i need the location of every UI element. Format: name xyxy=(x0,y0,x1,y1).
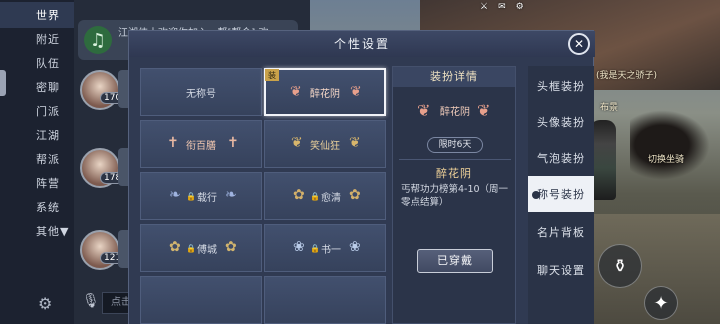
active-tab-indicator xyxy=(532,191,540,199)
close-button[interactable]: ✕ xyxy=(568,33,590,55)
skill-run-button[interactable]: ✦ xyxy=(644,286,678,320)
detail-description: 丐帮功力榜第4-10（周一零点结算） xyxy=(401,184,509,208)
title-cell[interactable]: 无称号 xyxy=(140,68,262,116)
lock-icon: 🔒 xyxy=(186,243,196,253)
title-label-locked: 🔒 愈清 xyxy=(310,191,341,204)
lock-icon: 🔒 xyxy=(310,191,320,201)
channel-private[interactable]: 密聊 xyxy=(0,74,74,100)
battle-icon[interactable]: ⚔ xyxy=(480,2,488,12)
detail-panel: 装扮详情 ❦ 醉花阴 ❦ 限时6天 醉花阴 丐帮功力榜第4-10（周一零点结算）… xyxy=(392,66,516,324)
title-cell[interactable]: ✿ 🔒 愈清 ✿ xyxy=(264,172,386,220)
wing-icon: ✿ xyxy=(349,187,361,203)
title-grid: 无称号 装 ❦ 醉花阴 ❦ ✝ 衔百膳 ✝ ❦ 笑仙狂 ❦ ❧ 🔒 载行 ❧ ✿ … xyxy=(138,66,388,324)
horse xyxy=(630,110,710,180)
detail-title-name: 醉花阴 xyxy=(436,167,472,180)
divider xyxy=(399,159,511,160)
avatar[interactable] xyxy=(80,230,120,270)
modal-title: 个性设置 xyxy=(129,31,595,57)
channel-guild[interactable]: 帮派 xyxy=(0,146,74,172)
tab-avatar-frame[interactable]: 头框装扮 xyxy=(528,68,594,104)
wing-icon: ✿ xyxy=(225,239,237,255)
wing-icon: ❦ xyxy=(349,135,361,151)
tab-avatar[interactable]: 头像装扮 xyxy=(528,104,594,140)
chat-bubble xyxy=(118,70,128,108)
detail-header: 装扮详情 xyxy=(393,67,515,87)
channel-world[interactable]: 世界 xyxy=(0,2,74,28)
title-label: 衔百膳 xyxy=(186,140,216,152)
title-cell[interactable]: ❦ 笑仙狂 ❦ xyxy=(264,120,386,168)
channel-nearby[interactable]: 附近 xyxy=(0,26,74,52)
title-label-locked: 🔒 书一 xyxy=(310,243,341,256)
switch-mount-label[interactable]: 切换坐骑 xyxy=(648,152,684,165)
lock-icon: 🔒 xyxy=(310,243,320,253)
skill-gourd-button[interactable]: ⚱ xyxy=(598,244,642,288)
title-label-locked: 🔒 傅城 xyxy=(186,243,217,256)
sidebar-handle[interactable] xyxy=(0,70,6,96)
tab-chat-settings[interactable]: 聊天设置 xyxy=(528,252,594,288)
music-icon: ♫ xyxy=(84,26,112,54)
channel-other[interactable]: 其他▼ xyxy=(0,218,74,244)
title-cell-selected[interactable]: 装 ❦ 醉花阴 ❦ xyxy=(264,68,386,116)
channel-system[interactable]: 系统 xyxy=(0,194,74,220)
wing-icon: ❧ xyxy=(225,187,237,203)
title-label-locked: 🔒 载行 xyxy=(186,191,217,204)
close-icon: ✕ xyxy=(573,37,585,51)
time-limit-badge: 限时6天 xyxy=(427,137,483,153)
title-label: 笑仙狂 xyxy=(310,140,340,152)
npc-label: (我是天之骄子) xyxy=(596,71,658,81)
wing-icon: ❦ xyxy=(350,84,362,100)
wing-icon: ✝ xyxy=(227,135,239,151)
title-cell[interactable]: ❀ 🔒 书一 ❀ xyxy=(264,224,386,272)
title-label: 醉花阴 xyxy=(310,88,340,100)
settings-icon[interactable]: ⚙ xyxy=(516,2,524,12)
chat-bubble xyxy=(118,230,128,268)
channel-team[interactable]: 队伍 xyxy=(0,50,74,76)
tab-bubble[interactable]: 气泡装扮 xyxy=(528,140,594,176)
microphone-icon[interactable]: 🎙 xyxy=(82,293,100,309)
title-cell[interactable]: ✿ 🔒 傅城 ✿ xyxy=(140,224,262,272)
mail-icon[interactable]: ✉ xyxy=(498,2,506,12)
chat-bubble xyxy=(118,148,128,186)
wing-icon: ❀ xyxy=(349,239,361,255)
equipped-button[interactable]: 已穿戴 xyxy=(417,249,493,273)
title-cell[interactable]: ✝ 衔百膳 ✝ xyxy=(140,120,262,168)
chat-channel-sidebar: 世界 附近 队伍 密聊 门派 江湖 帮派 阵营 系统 其他▼ ⚙ xyxy=(0,0,74,324)
avatar[interactable] xyxy=(80,70,120,110)
scene-top-icons: ⚔ ✉ ⚙ xyxy=(480,2,524,12)
title-label: 无称号 xyxy=(186,88,216,100)
scene-label: 布景 xyxy=(600,103,619,113)
title-cell[interactable] xyxy=(140,276,262,324)
title-cell[interactable]: ❧ 🔒 载行 ❧ xyxy=(140,172,262,220)
tab-namecard[interactable]: 名片背板 xyxy=(528,214,594,250)
lock-icon: 🔒 xyxy=(186,191,196,201)
channel-jianghu[interactable]: 江湖 xyxy=(0,122,74,148)
channel-faction[interactable]: 阵营 xyxy=(0,170,74,196)
wing-icon: ❦ xyxy=(477,101,491,120)
gear-icon[interactable]: ⚙ xyxy=(38,294,58,314)
title-cell[interactable] xyxy=(264,276,386,324)
channel-sect[interactable]: 门派 xyxy=(0,98,74,124)
